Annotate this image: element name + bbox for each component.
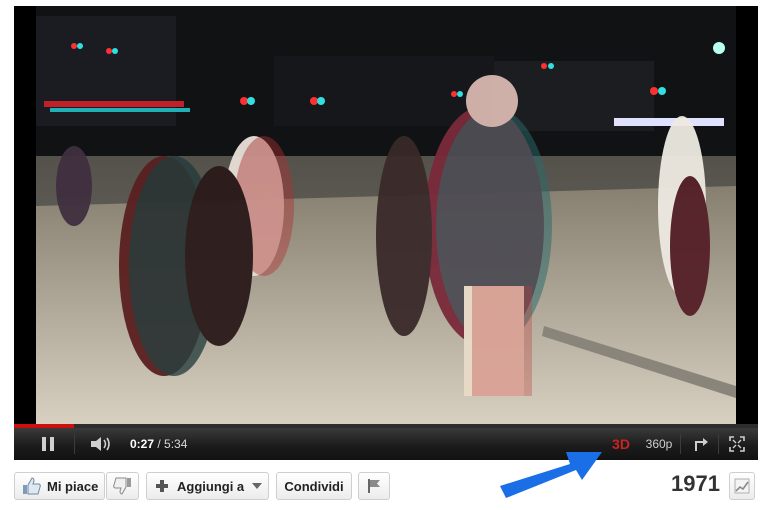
stats-button[interactable] (729, 472, 755, 500)
like-button[interactable]: Mi piace (14, 472, 105, 500)
pause-icon (42, 437, 54, 451)
time-display: 0:27 / 5:34 (130, 428, 187, 460)
player-controls: 0:27 / 5:34 3D 360p (14, 424, 758, 460)
thumbs-up-icon (23, 477, 41, 495)
thumbs-down-icon (112, 477, 131, 495)
annotation-arrow (500, 452, 602, 498)
add-to-label: Aggiungi a (177, 478, 245, 494)
chevron-down-icon (252, 483, 263, 489)
time-current: 0:27 (130, 437, 155, 451)
controls-divider (718, 434, 719, 454)
plus-icon (156, 480, 168, 492)
time-separator: / (154, 437, 165, 451)
fullscreen-icon (729, 436, 745, 452)
video-frame[interactable] (14, 6, 758, 428)
stats-chart-icon (734, 478, 750, 494)
add-to-button[interactable]: Aggiungi a (146, 472, 269, 500)
dislike-button[interactable] (106, 472, 139, 500)
share-button[interactable]: Condividi (276, 472, 352, 500)
quality-button[interactable]: 360p (642, 428, 676, 460)
video-player: 0:27 / 5:34 3D 360p (14, 6, 758, 460)
flag-button[interactable] (358, 472, 390, 500)
pause-button[interactable] (36, 428, 60, 460)
popout-button[interactable] (690, 428, 712, 460)
like-label: Mi piace (47, 478, 99, 494)
time-total: 5:34 (164, 437, 188, 451)
view-count: 1971 (671, 471, 720, 496)
volume-button[interactable] (88, 428, 114, 460)
popout-icon (695, 438, 708, 451)
3d-toggle-button[interactable]: 3D (608, 428, 634, 460)
fullscreen-button[interactable] (726, 428, 748, 460)
speaker-icon (91, 437, 110, 451)
controls-divider (74, 434, 75, 454)
video-scene (14, 6, 758, 428)
controls-divider (680, 434, 681, 454)
flag-icon (368, 479, 380, 493)
